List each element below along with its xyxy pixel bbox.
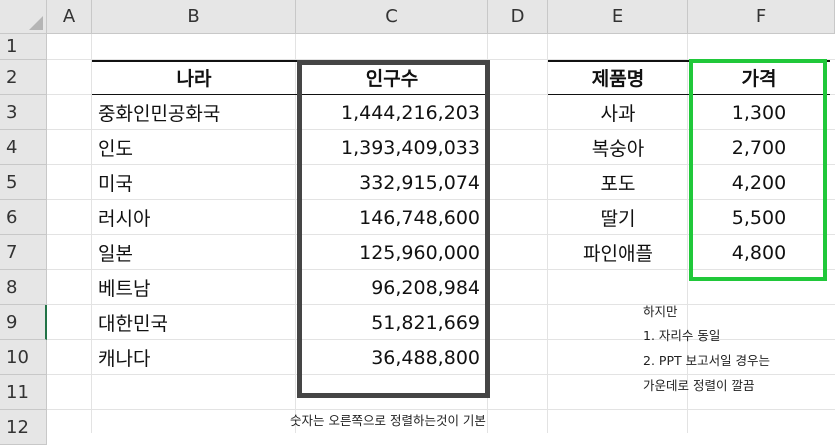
- country-cell[interactable]: 러시아: [92, 200, 296, 235]
- country-cell[interactable]: 대한민국: [92, 305, 296, 340]
- price-column-highlight: [689, 59, 827, 281]
- row-header-6[interactable]: 6: [0, 200, 47, 235]
- note-line-3: 2. PPT 보고서일 경우는: [643, 353, 771, 368]
- product-cell[interactable]: 딸기: [548, 200, 688, 235]
- product-cell[interactable]: 복숭아: [548, 130, 688, 165]
- country-cell[interactable]: 중화인민공화국: [92, 95, 296, 130]
- row-header-9[interactable]: 9: [0, 305, 47, 340]
- row-header-8[interactable]: 8: [0, 270, 47, 305]
- select-all-corner[interactable]: [0, 0, 47, 34]
- row-header-5[interactable]: 5: [0, 165, 47, 200]
- product-cell[interactable]: 파인애플: [548, 235, 688, 270]
- header-country[interactable]: 나라: [92, 60, 296, 95]
- column-header-f[interactable]: F: [688, 0, 835, 34]
- country-cell[interactable]: 베트남: [92, 270, 296, 305]
- note-line-4: 가운데로 정렬이 깔끔: [643, 378, 755, 393]
- column-header-a[interactable]: A: [47, 0, 92, 34]
- country-cell[interactable]: 캐나다: [92, 340, 296, 375]
- row-header-12[interactable]: 12: [0, 410, 47, 445]
- column-header-d[interactable]: D: [488, 0, 548, 34]
- country-cell[interactable]: 인도: [92, 130, 296, 165]
- row-header-1[interactable]: 1: [0, 34, 47, 60]
- row-header-10[interactable]: 10: [0, 340, 47, 375]
- note-line-2: 1. 자리수 동일: [643, 328, 721, 343]
- row-header-11[interactable]: 11: [0, 375, 47, 410]
- spreadsheet-grid: A B C D E F 1 2 3 4 5 6 7 8 9 10 11 12 나…: [0, 0, 835, 445]
- product-cell[interactable]: 사과: [548, 95, 688, 130]
- population-column-highlight: [297, 60, 490, 398]
- column-header-b[interactable]: B: [92, 0, 296, 34]
- product-cell[interactable]: 포도: [548, 165, 688, 200]
- note-line-1: 하지만: [643, 304, 678, 319]
- header-product[interactable]: 제품명: [548, 60, 688, 95]
- column-header-c[interactable]: C: [296, 0, 488, 34]
- bottom-note: 숫자는 오른쪽으로 정렬하는것이 기본: [290, 413, 486, 428]
- column-header-e[interactable]: E: [548, 0, 688, 34]
- row-header-3[interactable]: 3: [0, 95, 47, 130]
- country-cell[interactable]: 일본: [92, 235, 296, 270]
- row-header-7[interactable]: 7: [0, 235, 47, 270]
- select-all-triangle-icon: [29, 16, 43, 30]
- country-cell[interactable]: 미국: [92, 165, 296, 200]
- row-header-4[interactable]: 4: [0, 130, 47, 165]
- row-header-2[interactable]: 2: [0, 60, 47, 95]
